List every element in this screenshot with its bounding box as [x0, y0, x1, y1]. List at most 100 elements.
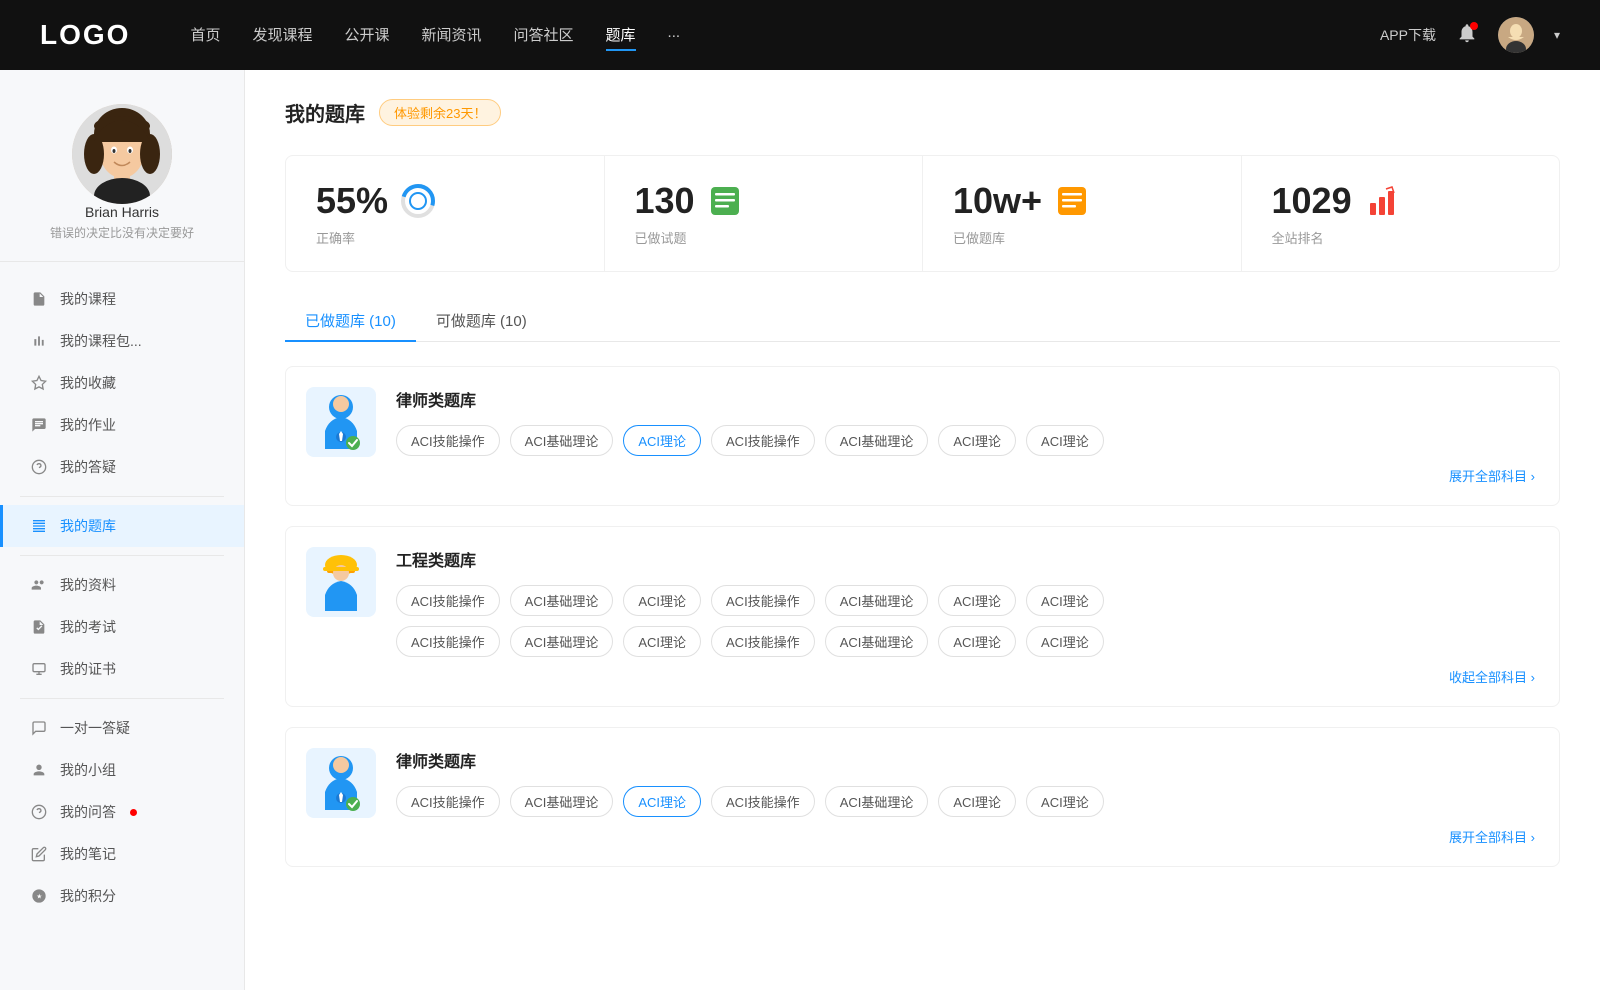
sidebar-item-label: 一对一答疑: [60, 718, 130, 738]
user-avatar[interactable]: [1498, 17, 1534, 53]
sidebar-item-qa[interactable]: 我的答疑: [0, 446, 244, 488]
eng2-tag-5[interactable]: ACI理论: [938, 626, 1016, 657]
stat-questions-label: 已做试题: [635, 228, 893, 247]
nav-news[interactable]: 新闻资讯: [422, 20, 482, 51]
nav-links: 首页 发现课程 公开课 新闻资讯 问答社区 题库 ...: [190, 20, 1380, 51]
qbank-engineer-content: 工程类题库 ACI技能操作 ACI基础理论 ACI理论 ACI技能操作 ACI基…: [396, 547, 1535, 686]
l2-tag-0[interactable]: ACI技能操作: [396, 786, 500, 817]
lawyer-icon-wrap: [306, 387, 376, 457]
l2-tag-1[interactable]: ACI基础理论: [510, 786, 614, 817]
tab-available[interactable]: 可做题库 (10): [416, 300, 547, 341]
sidebar-item-label: 我的小组: [60, 760, 116, 780]
chat-icon: [30, 719, 48, 737]
expand-engineer[interactable]: 收起全部科目 ›: [396, 667, 1535, 686]
profile-motto: 错误的决定比没有决定要好: [50, 224, 194, 241]
nav-public-course[interactable]: 公开课: [344, 20, 389, 51]
nav-qbank[interactable]: 题库: [606, 20, 636, 51]
qbank-lawyer2-title: 律师类题库: [396, 748, 1535, 772]
nav-home[interactable]: 首页: [190, 20, 220, 51]
qbank-lawyer1-title: 律师类题库: [396, 387, 1535, 411]
sidebar-item-label: 我的收藏: [60, 373, 116, 393]
list-green-icon: [707, 183, 743, 219]
sidebar-item-qbank[interactable]: 我的题库: [0, 505, 244, 547]
page-header: 我的题库 体验剩余23天！: [285, 98, 1560, 127]
notification-dot: [1470, 22, 1478, 30]
eng-tag-2[interactable]: ACI理论: [623, 585, 701, 616]
eng2-tag-0[interactable]: ACI技能操作: [396, 626, 500, 657]
nav-discover[interactable]: 发现课程: [252, 20, 312, 51]
sidebar-item-notes[interactable]: 我的笔记: [0, 833, 244, 875]
eng2-tag-2[interactable]: ACI理论: [623, 626, 701, 657]
l2-tag-6[interactable]: ACI理论: [1026, 786, 1104, 817]
sidebar-item-label: 我的积分: [60, 886, 116, 906]
stat-accuracy: 55% 正确率: [286, 156, 605, 271]
eng-tag-6[interactable]: ACI理论: [1026, 585, 1104, 616]
app-download-link[interactable]: APP下载: [1380, 25, 1436, 45]
qbank-card-lawyer1: 律师类题库 ACI技能操作 ACI基础理论 ACI理论 ACI技能操作 ACI基…: [285, 366, 1560, 506]
sidebar-item-label: 我的证书: [60, 659, 116, 679]
sidebar: Brian Harris 错误的决定比没有决定要好 我的课程 我的课程包...: [0, 70, 245, 990]
sidebar-item-label: 我的题库: [60, 516, 116, 536]
tag-5[interactable]: ACI理论: [938, 425, 1016, 456]
bar-red-icon: [1364, 183, 1400, 219]
eng2-tag-4[interactable]: ACI基础理论: [825, 626, 929, 657]
sidebar-item-label: 我的资料: [60, 575, 116, 595]
l2-tag-3[interactable]: ACI技能操作: [711, 786, 815, 817]
tab-done[interactable]: 已做题库 (10): [285, 300, 416, 341]
sidebar-item-homework[interactable]: 我的作业: [0, 404, 244, 446]
page-title: 我的题库: [285, 98, 365, 127]
nav-qa[interactable]: 问答社区: [514, 20, 574, 51]
points-icon: ★: [30, 887, 48, 905]
qa-icon: [30, 803, 48, 821]
l2-tag-2[interactable]: ACI理论: [623, 786, 701, 817]
qbank-card-lawyer2: 律师类题库 ACI技能操作 ACI基础理论 ACI理论 ACI技能操作 ACI基…: [285, 727, 1560, 867]
notification-bell[interactable]: [1456, 22, 1478, 49]
sidebar-item-label: 我的问答: [60, 802, 116, 822]
user-menu-chevron[interactable]: ▾: [1554, 28, 1560, 42]
sidebar-item-favorites[interactable]: 我的收藏: [0, 362, 244, 404]
tag-3[interactable]: ACI技能操作: [711, 425, 815, 456]
stat-rank-value: 1029: [1272, 180, 1352, 222]
sidebar-profile: Brian Harris 错误的决定比没有决定要好: [0, 94, 244, 262]
sidebar-item-exam[interactable]: 我的考试: [0, 606, 244, 648]
sidebar-item-courses[interactable]: 我的课程: [0, 278, 244, 320]
eng2-tag-1[interactable]: ACI基础理论: [510, 626, 614, 657]
eng-tag-0[interactable]: ACI技能操作: [396, 585, 500, 616]
sidebar-item-points[interactable]: ★ 我的积分: [0, 875, 244, 917]
sidebar-item-label: 我的考试: [60, 617, 116, 637]
eng2-tag-3[interactable]: ACI技能操作: [711, 626, 815, 657]
expand-lawyer1[interactable]: 展开全部科目 ›: [396, 466, 1535, 485]
group-icon: [30, 761, 48, 779]
qbank-engineer-tags-row1: ACI技能操作 ACI基础理论 ACI理论 ACI技能操作 ACI基础理论 AC…: [396, 585, 1535, 616]
list-orange-icon: [1054, 183, 1090, 219]
eng2-tag-6[interactable]: ACI理论: [1026, 626, 1104, 657]
l2-tag-5[interactable]: ACI理论: [938, 786, 1016, 817]
homework-icon: [30, 416, 48, 434]
stat-qbanks-done: 10w+ 已做题库: [923, 156, 1242, 271]
sidebar-item-groups[interactable]: 我的小组: [0, 749, 244, 791]
svg-text:★: ★: [36, 893, 42, 901]
sidebar-item-profile-data[interactable]: 我的资料: [0, 564, 244, 606]
sidebar-item-label: 我的答疑: [60, 457, 116, 477]
sidebar-item-course-package[interactable]: 我的课程包...: [0, 320, 244, 362]
expand-lawyer2[interactable]: 展开全部科目 ›: [396, 827, 1535, 846]
l2-tag-4[interactable]: ACI基础理论: [825, 786, 929, 817]
lawyer2-icon-wrap: [306, 748, 376, 818]
tag-4[interactable]: ACI基础理论: [825, 425, 929, 456]
nav-more[interactable]: ...: [668, 20, 681, 51]
sidebar-item-one-on-one[interactable]: 一对一答疑: [0, 707, 244, 749]
tag-1[interactable]: ACI基础理论: [510, 425, 614, 456]
sidebar-item-certificate[interactable]: 我的证书: [0, 648, 244, 690]
tag-0[interactable]: ACI技能操作: [396, 425, 500, 456]
eng-tag-4[interactable]: ACI基础理论: [825, 585, 929, 616]
eng-tag-5[interactable]: ACI理论: [938, 585, 1016, 616]
tag-6[interactable]: ACI理论: [1026, 425, 1104, 456]
stat-qbanks-value: 10w+: [953, 180, 1042, 222]
qbank-engineer-tags-row2: ACI技能操作 ACI基础理论 ACI理论 ACI技能操作 ACI基础理论 AC…: [396, 626, 1535, 657]
sidebar-item-my-qa[interactable]: 我的问答: [0, 791, 244, 833]
sidebar-item-label: 我的课程: [60, 289, 116, 309]
eng-tag-3[interactable]: ACI技能操作: [711, 585, 815, 616]
tag-2[interactable]: ACI理论: [623, 425, 701, 456]
eng-tag-1[interactable]: ACI基础理论: [510, 585, 614, 616]
qbank-engineer-title: 工程类题库: [396, 547, 1535, 571]
